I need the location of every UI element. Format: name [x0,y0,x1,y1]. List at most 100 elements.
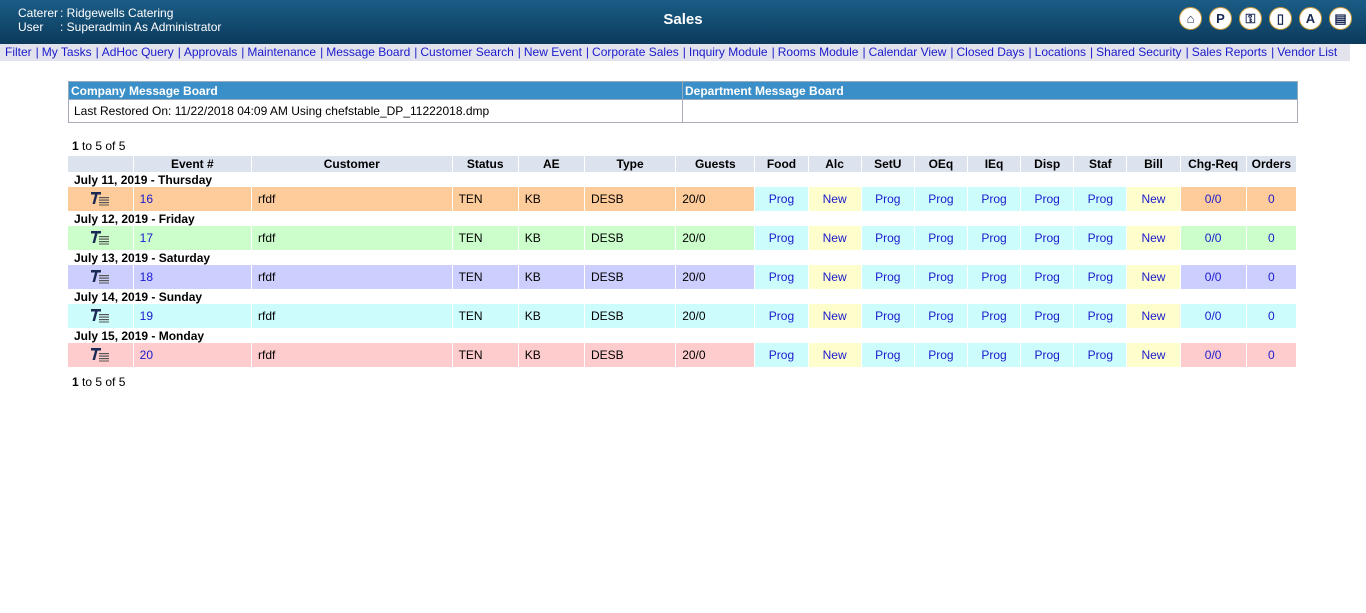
change-request-link[interactable]: 0/0 [1205,231,1222,245]
alc-status-link[interactable]: New [823,348,847,362]
bill-status-link[interactable]: New [1141,192,1165,206]
event-number-link[interactable]: 17 [140,231,153,245]
nav-shared-security[interactable]: Shared Security [1096,45,1181,59]
ieq-status-link[interactable]: Prog [981,348,1006,362]
disp-status-link[interactable]: Prog [1035,231,1060,245]
disp-status-link[interactable]: Prog [1035,348,1060,362]
column-header: Food [754,156,809,172]
change-request-link[interactable]: 0/0 [1205,348,1222,362]
orders-link[interactable]: 0 [1268,192,1275,206]
nav-separator: | [1090,45,1094,59]
nav-approvals[interactable]: Approvals [184,45,237,59]
column-header: Staf [1073,156,1128,172]
orders-link[interactable]: 0 [1268,309,1275,323]
food-status-link[interactable]: Prog [769,348,794,362]
nav-sales-reports[interactable]: Sales Reports [1192,45,1267,59]
event-number-link[interactable]: 16 [140,192,153,206]
setu-status-link[interactable]: Prog [875,192,900,206]
change-request-link[interactable]: 0/0 [1205,270,1222,284]
nav-separator: | [1271,45,1275,59]
setu-status-link[interactable]: Prog [875,348,900,362]
change-request-link[interactable]: 0/0 [1205,192,1222,206]
staf-status-link[interactable]: Prog [1088,348,1113,362]
ieq-status-link[interactable]: Prog [981,231,1006,245]
disp-status-cell: Prog [1020,343,1075,367]
event-number-link[interactable]: 19 [140,309,153,323]
food-status-link[interactable]: Prog [769,270,794,284]
alc-status-link[interactable]: New [823,309,847,323]
nav-inquiry-module[interactable]: Inquiry Module [689,45,768,59]
bill-status-link[interactable]: New [1141,270,1165,284]
event-number-link[interactable]: 18 [140,270,153,284]
nav-vendor-list[interactable]: Vendor List [1277,45,1337,59]
door-icon[interactable]: ▯ [1269,7,1292,30]
p-icon[interactable]: P [1209,7,1232,30]
food-status-link[interactable]: Prog [769,192,794,206]
task-list-icon[interactable] [89,346,111,365]
bill-status-cell: New [1126,304,1181,328]
home-icon[interactable]: ⌂ [1179,7,1202,30]
change-request-link[interactable]: 0/0 [1205,309,1222,323]
nav-corporate-sales[interactable]: Corporate Sales [592,45,679,59]
food-status-link[interactable]: Prog [769,309,794,323]
oeq-status-link[interactable]: Prog [928,348,953,362]
staf-status-link[interactable]: Prog [1088,270,1113,284]
oeq-status-link[interactable]: Prog [928,231,953,245]
staf-status-link[interactable]: Prog [1088,192,1113,206]
nav-adhoc-query[interactable]: AdHoc Query [102,45,174,59]
orders-link[interactable]: 0 [1268,231,1275,245]
orders-link[interactable]: 0 [1268,270,1275,284]
alc-status-link[interactable]: New [823,270,847,284]
column-header: Guests [675,156,756,172]
book-icon[interactable]: ▤ [1329,7,1352,30]
task-list-icon[interactable] [89,190,111,209]
alc-status-link[interactable]: New [823,192,847,206]
food-status-cell: Prog [754,226,809,250]
bill-status-link[interactable]: New [1141,231,1165,245]
oeq-status-link[interactable]: Prog [928,192,953,206]
setu-status-link[interactable]: Prog [875,309,900,323]
nav-locations[interactable]: Locations [1035,45,1086,59]
orders-link[interactable]: 0 [1268,348,1275,362]
nav-customer-search[interactable]: Customer Search [420,45,513,59]
status-cell: TEN [452,226,519,250]
bill-status-link[interactable]: New [1141,309,1165,323]
oeq-status-link[interactable]: Prog [928,309,953,323]
staf-status-link[interactable]: Prog [1088,231,1113,245]
nav-separator: | [950,45,954,59]
ieq-status-cell: Prog [967,343,1022,367]
task-list-icon[interactable] [89,268,111,287]
ieq-status-link[interactable]: Prog [981,309,1006,323]
nav-maintenance[interactable]: Maintenance [247,45,316,59]
setu-status-link[interactable]: Prog [875,231,900,245]
oeq-status-link[interactable]: Prog [928,270,953,284]
column-header: Type [584,156,677,172]
food-status-link[interactable]: Prog [769,231,794,245]
setu-status-cell: Prog [861,304,915,328]
nav-calendar-view[interactable]: Calendar View [869,45,947,59]
disp-status-link[interactable]: Prog [1035,309,1060,323]
nav-my-tasks[interactable]: My Tasks [42,45,92,59]
bill-status-link[interactable]: New [1141,348,1165,362]
staf-status-cell: Prog [1073,343,1128,367]
nav-closed-days[interactable]: Closed Days [957,45,1025,59]
column-header: IEq [967,156,1022,172]
task-list-icon[interactable] [89,307,111,326]
nav-new-event[interactable]: New Event [524,45,582,59]
ieq-status-link[interactable]: Prog [981,192,1006,206]
customer-cell: rfdf [251,304,453,328]
a-icon[interactable]: A [1299,7,1322,30]
staf-status-link[interactable]: Prog [1088,309,1113,323]
event-number-link[interactable]: 20 [140,348,153,362]
alc-status-link[interactable]: New [823,231,847,245]
nav-rooms-module[interactable]: Rooms Module [778,45,859,59]
staf-status-cell: Prog [1073,304,1128,328]
nav-filter[interactable]: Filter [5,45,32,59]
ieq-status-link[interactable]: Prog [981,270,1006,284]
disp-status-link[interactable]: Prog [1035,192,1060,206]
setu-status-link[interactable]: Prog [875,270,900,284]
task-list-icon[interactable] [89,229,111,248]
key-icon[interactable]: ⚿ [1239,7,1262,30]
nav-message-board[interactable]: Message Board [326,45,410,59]
disp-status-link[interactable]: Prog [1035,270,1060,284]
